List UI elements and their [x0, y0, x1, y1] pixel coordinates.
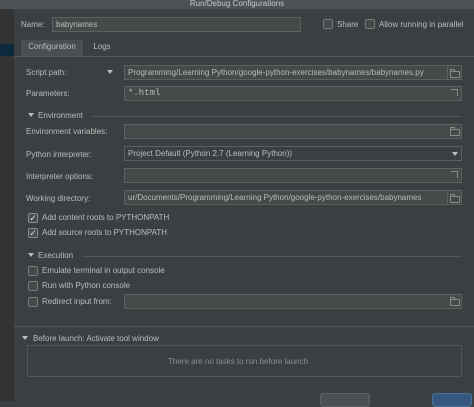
- tab-configuration-label: Configuration: [28, 42, 76, 51]
- environment-section-label: Environment: [38, 111, 83, 120]
- check-icon: ✓: [29, 228, 37, 238]
- working-dir-browse[interactable]: [448, 190, 462, 205]
- tab-logs-label: Logs: [93, 42, 111, 51]
- triangle-down-icon[interactable]: [28, 253, 34, 257]
- parameters-label: Parameters:: [26, 89, 70, 98]
- emulate-terminal-checkbox[interactable]: [28, 266, 38, 276]
- env-vars-field[interactable]: [124, 124, 462, 139]
- script-path-field[interactable]: Programming/Learning Python/google-pytho…: [124, 65, 448, 80]
- add-source-roots-label: Add source roots to PYTHONPATH: [42, 228, 168, 237]
- redirect-input-field[interactable]: [124, 294, 462, 309]
- environment-divider: [92, 116, 462, 117]
- name-input[interactable]: babynames: [52, 17, 301, 32]
- redirect-input-checkbox[interactable]: [28, 297, 38, 307]
- redirect-input-label: Redirect input from:: [42, 297, 112, 306]
- before-launch-divider: [14, 326, 474, 327]
- window-title: Run/Debug Configurations: [0, 0, 474, 9]
- folder-icon: [450, 194, 460, 203]
- script-path-label: Script path:: [26, 68, 67, 77]
- share-label: Share: [337, 20, 359, 29]
- ok-button[interactable]: [432, 393, 472, 407]
- name-label: Name:: [21, 20, 45, 29]
- python-console-checkbox[interactable]: [28, 281, 38, 291]
- tab-logs[interactable]: Logs: [87, 40, 117, 56]
- add-content-roots-label: Add content roots to PYTHONPATH: [42, 213, 170, 222]
- tabs-divider: [14, 56, 474, 57]
- interp-options-expand-icon[interactable]: [451, 171, 458, 178]
- check-icon: ✓: [29, 213, 37, 223]
- python-console-label: Run with Python console: [42, 281, 131, 290]
- working-dir-field[interactable]: ur/Documents/Programming/Learning Python…: [124, 190, 448, 205]
- tab-configuration[interactable]: Configuration: [21, 40, 83, 56]
- folder-icon: [450, 69, 460, 78]
- triangle-down-icon[interactable]: [28, 113, 34, 117]
- before-launch-label: Before launch: Activate tool window: [33, 334, 159, 343]
- share-checkbox[interactable]: [323, 19, 333, 29]
- parameters-expand-icon[interactable]: [451, 89, 458, 96]
- interpreter-select[interactable]: Project Default (Python 2.7 (Learning Py…: [124, 146, 462, 161]
- add-content-roots-checkbox[interactable]: ✓: [28, 213, 38, 223]
- before-launch-empty-text: There are no tasks to run before launch: [168, 357, 309, 366]
- emulate-terminal-label: Emulate terminal in output console: [42, 266, 165, 275]
- interp-options-field[interactable]: [124, 168, 462, 183]
- script-path-browse[interactable]: [448, 65, 462, 80]
- add-source-roots-checkbox[interactable]: ✓: [28, 228, 38, 238]
- execution-divider: [82, 256, 462, 257]
- config-tree-selection[interactable]: [0, 44, 14, 56]
- chevron-down-icon: [107, 70, 113, 74]
- script-path-dropdown-icon[interactable]: [107, 70, 113, 74]
- parameters-field[interactable]: *.html: [124, 86, 462, 101]
- triangle-down-icon[interactable]: [22, 336, 28, 340]
- cancel-button[interactable]: [320, 393, 370, 407]
- chevron-down-icon: [452, 152, 458, 156]
- allow-parallel-label: Allow running in parallel: [379, 20, 464, 29]
- allow-parallel-checkbox[interactable]: [365, 19, 375, 29]
- folder-icon[interactable]: [450, 127, 460, 136]
- config-tree-panel[interactable]: [0, 9, 14, 401]
- working-dir-label: Working directory:: [26, 194, 91, 203]
- interpreter-label: Python interpreter:: [26, 150, 92, 159]
- env-vars-label: Environment variables:: [26, 127, 108, 136]
- interp-options-label: Interpreter options:: [26, 172, 94, 181]
- folder-icon[interactable]: [450, 297, 460, 306]
- execution-section-label: Execution: [38, 251, 74, 260]
